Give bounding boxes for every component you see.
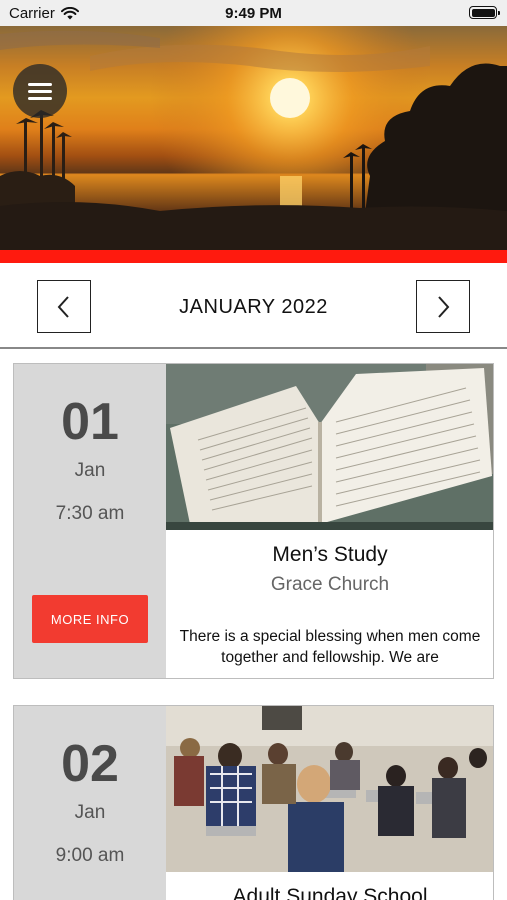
event-card[interactable]: 01 Jan 7:30 am MORE INFO Men’s Study Gra… — [13, 363, 494, 679]
event-location: Grace Church — [270, 574, 390, 595]
event-time: 9:00 am — [55, 845, 125, 866]
event-image-classroom — [166, 706, 493, 872]
hamburger-line — [28, 96, 52, 100]
event-title: Adult Sunday School — [232, 885, 428, 900]
event-card[interactable]: 02 Jan 9:00 am Adult Sunday School — [13, 705, 494, 900]
hamburger-line — [28, 89, 52, 93]
status-time: 9:49 PM — [225, 5, 282, 22]
hero-image — [0, 26, 507, 250]
status-bar: Carrier 9:49 PM — [0, 0, 507, 26]
event-day: 01 — [61, 393, 119, 451]
event-title: Men’s Study — [272, 543, 388, 566]
event-image-bible — [166, 364, 493, 530]
event-description: There is a special blessing when men com… — [179, 628, 481, 666]
event-month: Jan — [74, 802, 106, 823]
menu-button[interactable] — [13, 64, 67, 118]
accent-stripe — [0, 250, 507, 263]
event-date-panel: 01 Jan 7:30 am MORE INFO — [14, 364, 166, 678]
event-day: 02 — [61, 735, 119, 793]
more-info-button[interactable]: MORE INFO — [32, 595, 148, 643]
battery-icon — [469, 6, 500, 19]
next-month-button[interactable] — [416, 280, 470, 333]
month-navigation: JANUARY 2022 — [0, 263, 507, 349]
hamburger-menu-icon — [28, 82, 52, 86]
event-month: Jan — [74, 460, 106, 481]
chevron-right-icon — [438, 295, 450, 318]
event-time: 7:30 am — [55, 503, 125, 524]
event-date-panel: 02 Jan 9:00 am — [14, 706, 166, 900]
